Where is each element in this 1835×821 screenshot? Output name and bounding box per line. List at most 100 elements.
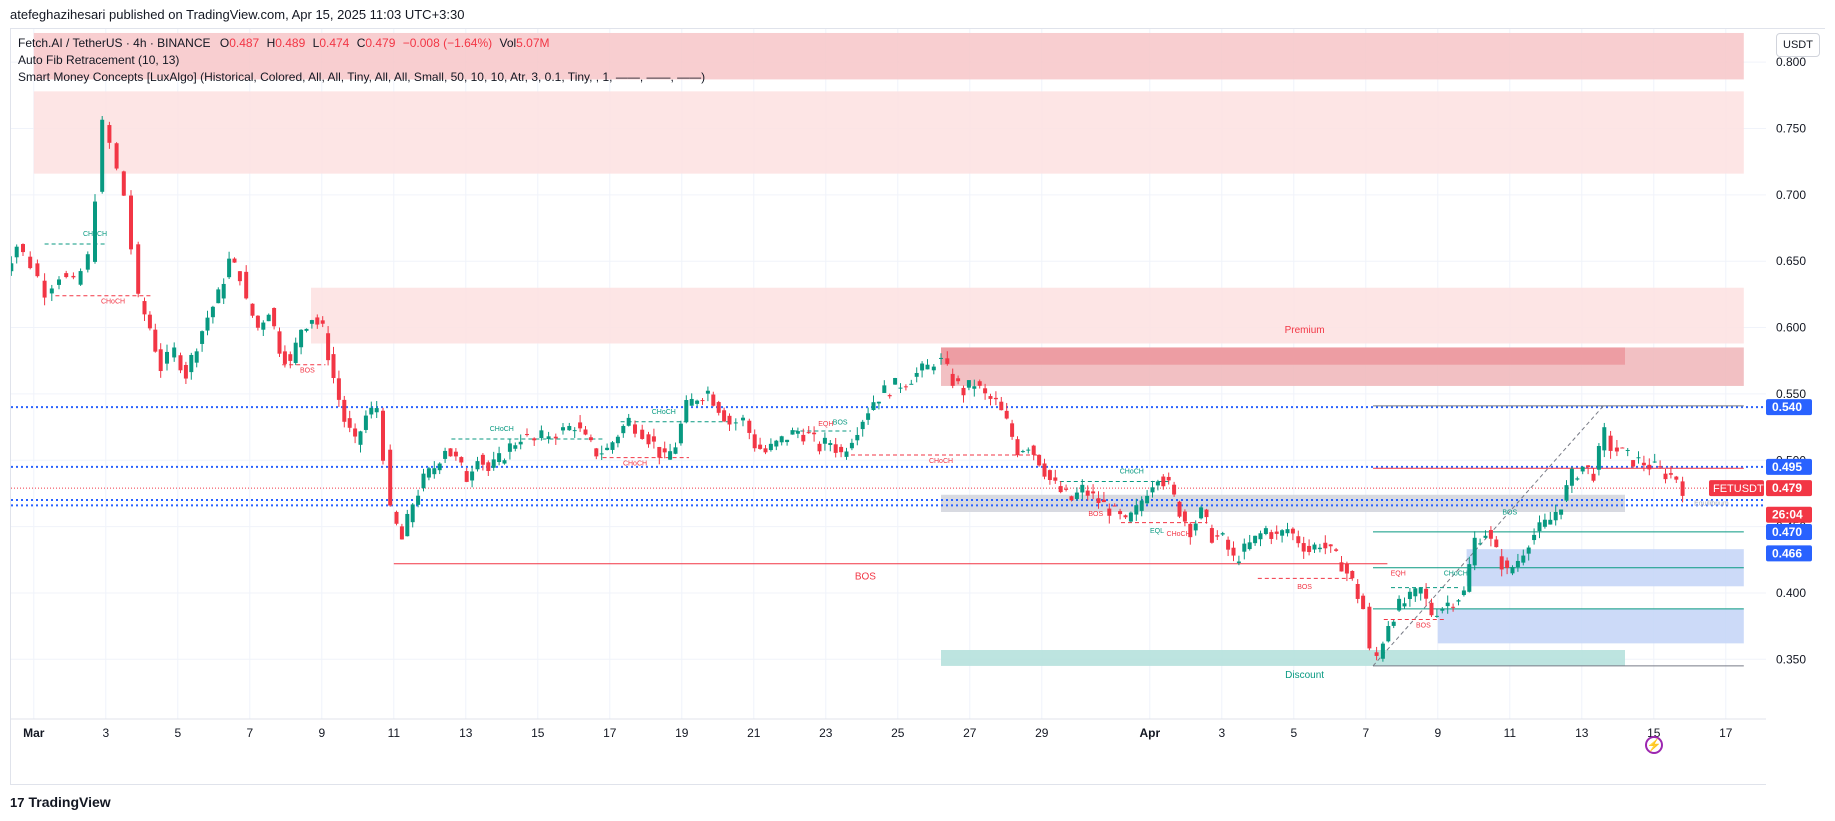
chart-legend: Fetch.AI / TetherUS · 4h · BINANCE O0.48… <box>18 35 705 86</box>
candle-body <box>1510 567 1515 574</box>
candle-body <box>1483 535 1488 538</box>
candle-body <box>1680 481 1685 496</box>
structure-label: BOS <box>300 368 315 375</box>
candle-body <box>437 463 442 471</box>
candle-body <box>1334 549 1339 551</box>
candle-body <box>594 448 599 457</box>
candle-body <box>320 320 325 324</box>
currency-button[interactable]: USDT <box>1776 33 1820 57</box>
candle-body <box>763 448 768 453</box>
candle-body <box>1258 533 1263 540</box>
candle-body <box>1204 509 1209 518</box>
candle-body <box>1263 528 1268 535</box>
zone-upper-supply <box>33 91 1744 174</box>
candle-body <box>1112 505 1117 507</box>
candle-body <box>1037 454 1042 466</box>
y-tick-label: 0.600 <box>1776 321 1806 335</box>
candle-body <box>605 447 610 451</box>
candle-body <box>1058 486 1063 493</box>
candle-body <box>615 436 620 444</box>
candle-body <box>828 443 833 446</box>
candle-body <box>621 425 626 434</box>
indicator-smc[interactable]: Smart Money Concepts [LuxAlgo] (Historic… <box>18 69 705 86</box>
candle-body <box>1166 476 1171 481</box>
candle-body <box>1199 507 1204 519</box>
candle-body <box>453 451 458 457</box>
candle-body <box>1478 543 1483 545</box>
candle-body <box>1226 539 1231 550</box>
candle-body <box>939 357 943 359</box>
candle-body <box>288 354 293 361</box>
structure-label: BOS <box>1297 584 1312 591</box>
candle-body <box>588 437 593 441</box>
candle-body <box>1069 496 1074 501</box>
volume-value: 5.07M <box>516 36 550 50</box>
structure-label: BOS <box>833 419 848 426</box>
candle-body <box>1625 449 1630 451</box>
candle-body <box>1150 487 1155 493</box>
candle-body <box>210 306 215 318</box>
footer: 17 TradingView <box>10 794 111 810</box>
candle-body <box>1145 495 1150 504</box>
candle-body <box>486 462 491 471</box>
candle-body <box>1139 500 1144 511</box>
zone-demand-ob-2 <box>1437 608 1744 644</box>
candle-body <box>1290 528 1295 534</box>
candle-body <box>546 436 551 440</box>
candle-body <box>876 401 881 404</box>
candle-body <box>1391 621 1396 626</box>
candle-body <box>768 443 773 451</box>
candle-body <box>142 301 147 315</box>
candle-body <box>299 329 304 348</box>
x-tick-label: 3 <box>102 726 109 740</box>
candle-body <box>64 273 69 278</box>
candle-body <box>849 442 854 449</box>
candle-body <box>972 386 977 389</box>
candle-body <box>1668 473 1673 475</box>
candle-body <box>1085 490 1090 496</box>
tradingview-logo[interactable]: TradingView <box>28 794 110 810</box>
candle-body <box>114 143 119 169</box>
lightning-icon[interactable]: ⚡ <box>1645 736 1663 754</box>
candle-body <box>153 329 158 352</box>
candle-body <box>945 358 950 364</box>
candle-body <box>421 473 426 489</box>
candle-body <box>1658 466 1663 468</box>
candle-body <box>1080 484 1085 493</box>
structure-label: BOS <box>855 572 876 583</box>
candle-body <box>282 351 287 364</box>
candle-body <box>470 471 475 481</box>
candle-body <box>977 381 982 386</box>
open-label: O <box>219 36 230 50</box>
candle-body <box>1636 457 1641 459</box>
y-tick-label: 0.400 <box>1776 586 1806 600</box>
candle-body <box>903 386 908 388</box>
candle-body <box>1499 556 1504 570</box>
price-chart[interactable]: Premium Discount Equilibrium BOS CHoCH CHoCH B… <box>11 29 1826 786</box>
indicator-fib[interactable]: Auto Fib Retracement (10, 13) <box>18 52 705 69</box>
candle-body <box>443 450 448 459</box>
candle-body <box>21 244 25 253</box>
symbol-name[interactable]: Fetch.AI / TetherUS · 4h · BINANCE <box>18 36 211 50</box>
candle-body <box>722 410 727 422</box>
candle-body <box>1386 626 1391 642</box>
candle-body <box>1355 584 1360 599</box>
structure-label: BOS <box>1416 622 1431 629</box>
candle-body <box>790 430 795 435</box>
candle-body <box>497 453 502 463</box>
candle-body <box>1118 511 1123 515</box>
candle-body <box>1652 461 1657 463</box>
candle-body <box>1209 528 1214 543</box>
candle-body <box>336 378 341 400</box>
candle-body <box>1461 590 1466 596</box>
candle-body <box>100 119 105 192</box>
candle-body <box>1177 501 1182 517</box>
candle-body <box>426 468 431 478</box>
candle-body <box>1564 485 1569 501</box>
candle-body <box>85 254 90 270</box>
x-tick-label: 19 <box>675 726 689 740</box>
candle-body <box>1429 602 1434 616</box>
candle-body <box>381 410 385 461</box>
candle-body <box>1096 498 1101 504</box>
candle-body <box>747 420 752 433</box>
